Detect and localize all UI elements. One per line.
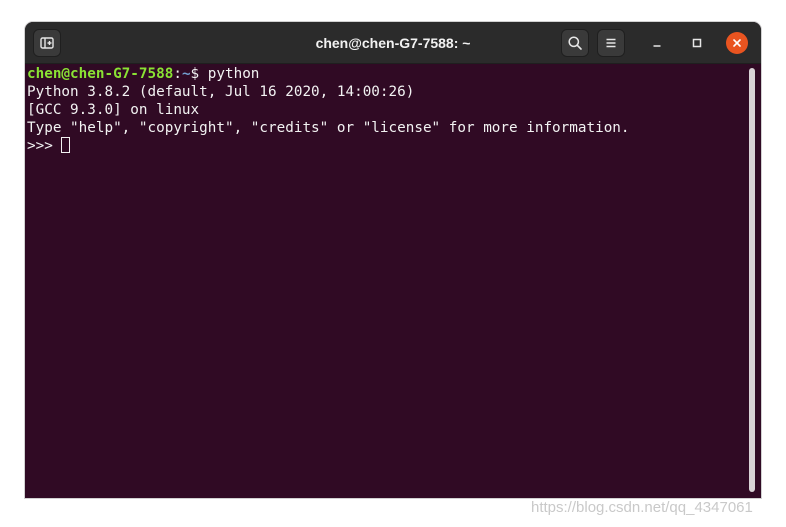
watermark-text: https://blog.csdn.net/qq_4347061 (531, 499, 753, 516)
shell-prompt-line: chen@chen-G7-7588:~$ python (27, 65, 761, 83)
title-bar: chen@chen-G7-7588: ~ (25, 22, 761, 64)
menu-button[interactable] (597, 29, 625, 57)
search-button[interactable] (561, 29, 589, 57)
search-icon (568, 36, 582, 50)
hamburger-menu-icon (606, 38, 616, 48)
terminal-window: chen@chen-G7-7588: ~ chen@chen-G7-7588:~… (25, 22, 761, 498)
maximize-button[interactable] (686, 32, 708, 54)
repl-prompt-line[interactable]: >>> (27, 137, 761, 155)
prompt-path: ~ (181, 66, 191, 82)
minimize-icon (653, 45, 661, 47)
minimize-button[interactable] (646, 32, 668, 54)
prompt-command: python (207, 66, 260, 82)
terminal-output[interactable]: chen@chen-G7-7588:~$ python Python 3.8.2 … (25, 64, 761, 498)
output-line: [GCC 9.3.0] on linux (27, 102, 200, 118)
maximize-icon (692, 38, 702, 48)
new-tab-icon (40, 37, 54, 49)
scrollbar[interactable] (749, 68, 755, 492)
close-button[interactable] (726, 32, 748, 54)
output-line: Type "help", "copyright", "credits" or "… (27, 120, 630, 136)
output-line: Python 3.8.2 (default, Jul 16 2020, 14:0… (27, 84, 415, 100)
prompt-symbol: $ (190, 66, 208, 82)
repl-prompt: >>> (27, 138, 62, 154)
prompt-user-host: chen@chen-G7-7588 (27, 66, 174, 82)
close-icon (733, 39, 741, 47)
new-tab-button[interactable] (33, 29, 61, 57)
prompt-separator: : (173, 66, 182, 82)
text-cursor (61, 137, 71, 153)
